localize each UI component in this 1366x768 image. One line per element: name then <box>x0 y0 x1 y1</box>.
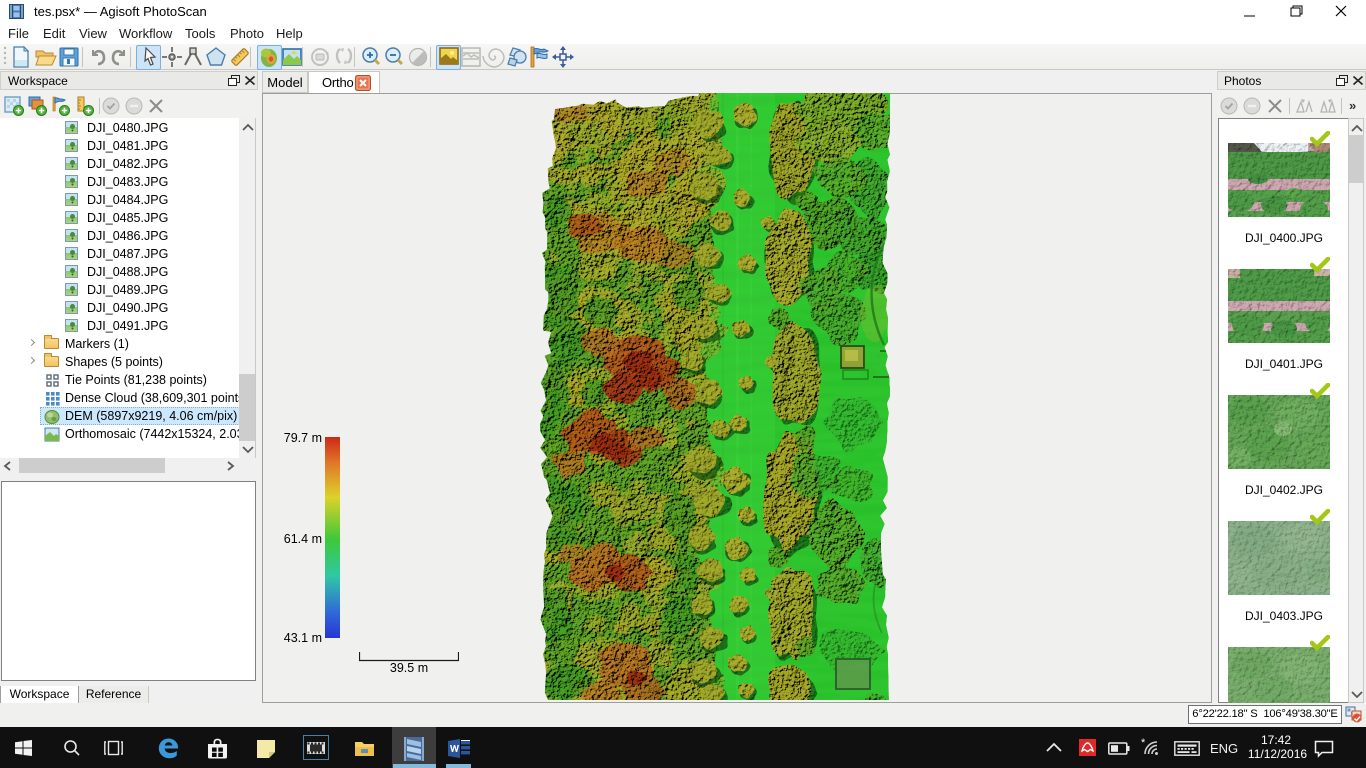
svg-text:*: * <box>1141 737 1146 749</box>
